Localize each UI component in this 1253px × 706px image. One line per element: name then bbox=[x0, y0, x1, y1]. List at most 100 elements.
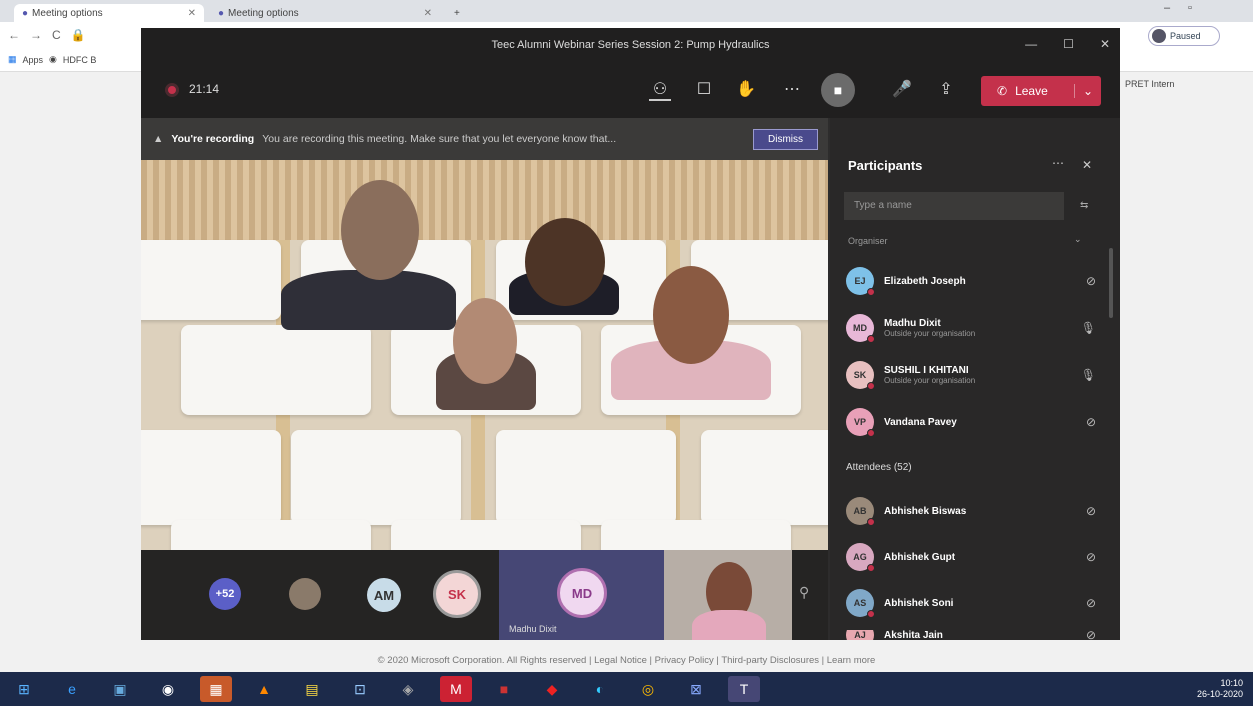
teams-icon[interactable]: T bbox=[728, 676, 760, 702]
participants-icon[interactable]: ⚇ bbox=[649, 79, 671, 101]
share-screen-icon[interactable]: ⇪ bbox=[935, 79, 957, 101]
forward-icon[interactable]: → bbox=[30, 28, 42, 42]
avatar: MD bbox=[557, 568, 607, 618]
participant-name: Abhishek Biswas bbox=[884, 505, 967, 517]
profile-label: Paused bbox=[1170, 31, 1201, 41]
microphone-muted-icon: ⊘ bbox=[1085, 504, 1096, 518]
participant-subtitle: Outside your organisation bbox=[884, 329, 976, 338]
close-icon[interactable]: ✕ bbox=[424, 8, 432, 19]
browser-tab[interactable]: ● Meeting options ✕ bbox=[14, 4, 204, 22]
maximize-icon[interactable]: ☐ bbox=[1063, 37, 1074, 51]
avatar[interactable]: AM bbox=[367, 578, 401, 612]
banner-title: You're recording bbox=[171, 133, 255, 145]
participant-row[interactable]: AG Abhishek Gupt ⊘ bbox=[846, 538, 1096, 576]
featured-speaker-tile[interactable]: MD Madhu Dixit bbox=[499, 550, 664, 640]
avatar: AS bbox=[846, 589, 875, 618]
search-input[interactable]: Type a name bbox=[844, 192, 1064, 220]
avatar[interactable] bbox=[289, 578, 321, 610]
paint-icon[interactable]: ▦ bbox=[200, 676, 232, 702]
self-video-tile[interactable] bbox=[664, 550, 792, 640]
overflow-count[interactable]: +52 bbox=[209, 578, 241, 610]
participant-row[interactable]: SK SUSHIL I KHITANI Outside your organisat… bbox=[846, 356, 1096, 394]
app-icon[interactable]: ■ bbox=[488, 676, 520, 702]
chrome-icon[interactable]: ◎ bbox=[632, 676, 664, 702]
dismiss-button[interactable]: Dismiss bbox=[753, 128, 818, 150]
clock-date: 26-10-2020 bbox=[1196, 689, 1243, 699]
app-icon[interactable]: ⊡ bbox=[344, 676, 376, 702]
close-icon[interactable]: ✕ bbox=[1082, 158, 1092, 172]
participant-row[interactable]: EJ Elizabeth Joseph ⊘ bbox=[846, 262, 1096, 300]
meeting-toolbar: 21:14 ⚇ ☐ ✋ ⋯ ■ 🎤 ⇪ ✆ Leave ⌄ bbox=[141, 62, 1120, 118]
notes-icon[interactable]: ▤ bbox=[296, 676, 328, 702]
app-icon[interactable]: M bbox=[440, 676, 472, 702]
participant-video bbox=[281, 270, 456, 330]
minimize-icon[interactable]: — bbox=[1025, 37, 1037, 51]
browser-tab[interactable]: ● Meeting options ✕ bbox=[210, 4, 440, 22]
tab-title: Meeting options bbox=[228, 7, 299, 19]
close-icon[interactable]: ✕ bbox=[188, 8, 196, 19]
participant-name: SUSHIL I KHITANI bbox=[884, 365, 969, 376]
status-icon bbox=[867, 429, 875, 437]
participant-name: Vandana Pavey bbox=[884, 416, 957, 428]
chevron-down-icon[interactable]: ⌄ bbox=[1074, 234, 1082, 245]
lock-icon: 🔒 bbox=[70, 28, 86, 42]
banner-message: You are recording this meeting. Make sur… bbox=[262, 133, 617, 145]
vlc-icon[interactable]: ▲ bbox=[248, 676, 280, 702]
status-icon bbox=[867, 382, 875, 390]
status-icon bbox=[867, 288, 875, 296]
microphone-muted-icon: ⊘ bbox=[1085, 274, 1096, 288]
new-tab-button[interactable]: + bbox=[446, 4, 468, 22]
phone-icon: ✆ bbox=[997, 84, 1008, 98]
bookmark-hdfc[interactable]: HDFC B bbox=[63, 55, 97, 65]
store-icon[interactable]: ▣ bbox=[104, 676, 136, 702]
participant-name: Akshita Jain bbox=[884, 630, 943, 640]
auditorium-wall bbox=[141, 160, 828, 240]
organizer-label: Organiser bbox=[848, 236, 888, 246]
back-icon[interactable]: ← bbox=[8, 28, 20, 42]
more-icon[interactable]: ⋯ bbox=[1052, 156, 1064, 170]
leave-button[interactable]: ✆ Leave ⌄ bbox=[981, 76, 1101, 106]
participant-name: Madhu Dixit bbox=[884, 318, 941, 329]
window-title: Teec Alumni Webinar Series Session 2: Pu… bbox=[491, 39, 770, 51]
participant-row[interactable]: AB Abhishek Biswas ⊘ bbox=[846, 492, 1096, 530]
app-icon[interactable]: ⊠ bbox=[680, 676, 712, 702]
panel-title: Participants bbox=[848, 158, 923, 173]
page-footer: © 2020 Microsoft Corporation. All Rights… bbox=[377, 655, 876, 666]
attendees-heading: Attendees (52) bbox=[846, 462, 912, 473]
raise-hand-icon[interactable]: ✋ bbox=[735, 79, 757, 101]
camera-app-icon[interactable]: ◉ bbox=[152, 676, 184, 702]
pin-icon[interactable]: ⚲ bbox=[799, 584, 809, 601]
leave-label: Leave bbox=[1015, 84, 1048, 98]
chat-icon[interactable]: ☐ bbox=[693, 79, 715, 101]
participant-row[interactable]: MD Madhu Dixit Outside your organisation 🎙 bbox=[846, 309, 1096, 347]
app-icon[interactable]: ◆ bbox=[536, 676, 568, 702]
teams-favicon-icon: ● bbox=[218, 7, 225, 19]
add-people-icon[interactable]: ⇆ bbox=[1080, 200, 1088, 211]
status-icon bbox=[867, 518, 875, 526]
avatar[interactable]: SK bbox=[433, 570, 481, 618]
participant-row[interactable]: AS Abhishek Soni ⊘ bbox=[846, 584, 1096, 622]
windows-start-icon[interactable]: ⊞ bbox=[8, 676, 40, 702]
avatar: EJ bbox=[846, 267, 875, 296]
microphone-icon[interactable]: 🎤 bbox=[891, 79, 913, 101]
internet-explorer-icon[interactable]: e bbox=[56, 676, 88, 702]
edge-icon[interactable]: ◐ bbox=[584, 676, 616, 702]
app-icon[interactable]: ◈ bbox=[392, 676, 424, 702]
participant-name: Elizabeth Joseph bbox=[884, 275, 966, 287]
reload-icon[interactable]: C bbox=[52, 28, 61, 42]
bookmark-other[interactable]: PRET Intern bbox=[1125, 79, 1174, 89]
chevron-down-icon[interactable]: ⌄ bbox=[1073, 84, 1093, 98]
more-actions-icon[interactable]: ⋯ bbox=[781, 79, 803, 101]
maximize-icon[interactable]: ▫ bbox=[1188, 2, 1192, 14]
camera-button[interactable]: ■ bbox=[821, 73, 855, 107]
participant-row[interactable]: VP Vandana Pavey ⊘ bbox=[846, 403, 1096, 441]
profile-button[interactable]: Paused bbox=[1148, 26, 1220, 46]
minimize-icon[interactable]: – bbox=[1164, 2, 1170, 14]
participant-strip: +52 AM SK MD Madhu Dixit ⚲ bbox=[141, 550, 828, 640]
scrollbar[interactable] bbox=[1109, 248, 1113, 318]
microphone-muted-icon: ⊘ bbox=[1085, 550, 1096, 564]
participants-panel: Participants ⋯ ✕ Type a name ⇆ Organiser… bbox=[830, 118, 1120, 640]
bookmark-apps[interactable]: Apps bbox=[23, 55, 44, 65]
close-icon[interactable]: ✕ bbox=[1100, 37, 1110, 51]
participant-row[interactable]: AJ Akshita Jain ⊘ bbox=[846, 630, 1096, 640]
